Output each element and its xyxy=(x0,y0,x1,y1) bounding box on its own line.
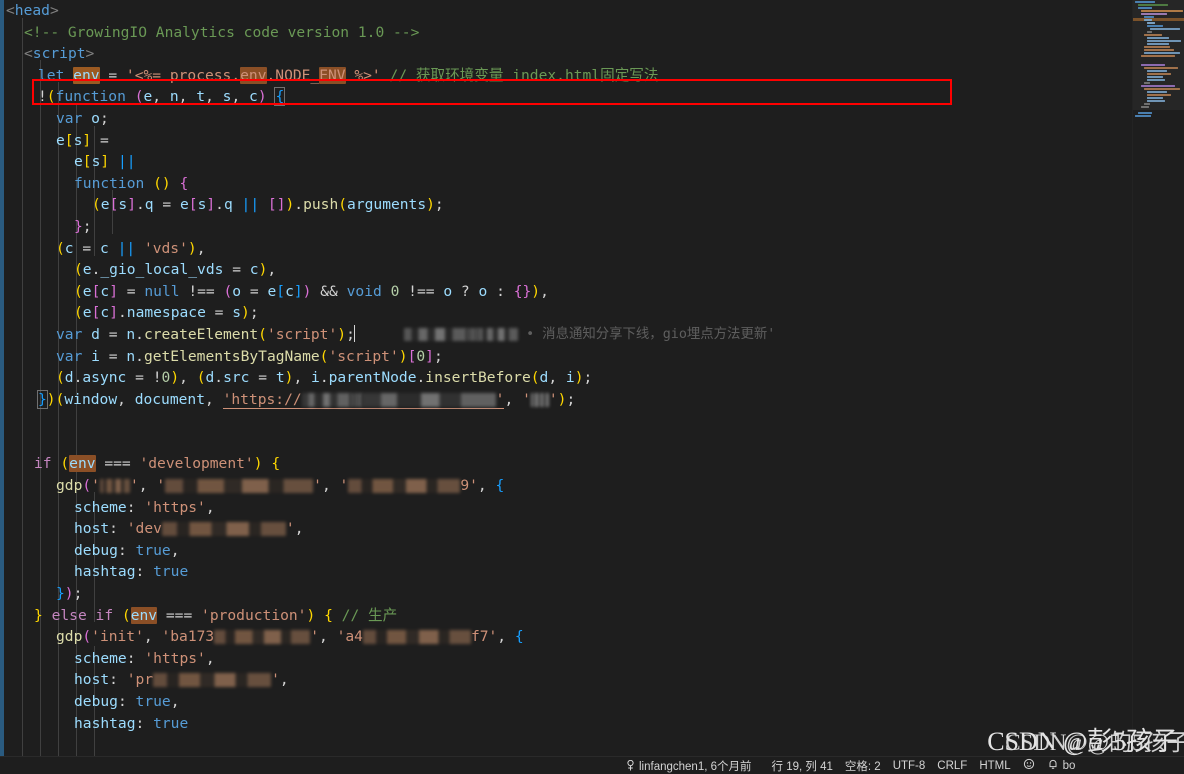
code-line-with-blame[interactable]: var d = n.createElement('script'); • 消息通… xyxy=(0,324,1132,346)
code-line[interactable]: (e[s].q = e[s].q || []).push(arguments); xyxy=(0,194,1132,216)
code-line[interactable]: <script> xyxy=(0,43,1132,65)
status-indentation[interactable]: 空格: 2 xyxy=(839,757,887,774)
code-content[interactable]: <head> <!-- GrowingIO Analytics code ver… xyxy=(0,0,1132,756)
code-line[interactable]: }); xyxy=(0,583,1132,605)
code-line[interactable]: host: 'pr ', xyxy=(0,669,1132,691)
code-line[interactable]: var o; xyxy=(0,108,1132,130)
code-line-empty[interactable] xyxy=(0,410,1132,432)
code-line[interactable]: function () { xyxy=(0,173,1132,195)
minimap[interactable] xyxy=(1132,0,1184,756)
code-line[interactable]: if (env === 'development') { xyxy=(0,453,1132,475)
code-line-highlighted[interactable]: let env = '<%= process.env.NODE_ENV %>' … xyxy=(0,65,1132,87)
code-line[interactable]: <!-- GrowingIO Analytics code version 1.… xyxy=(0,22,1132,44)
code-line-empty[interactable] xyxy=(0,432,1132,454)
code-line[interactable]: <head> xyxy=(0,0,1132,22)
code-line[interactable]: e[s] = xyxy=(0,130,1132,152)
status-bar[interactable]: linfangchen1, 6个月前 行 19, 列 41 空格: 2 UTF-… xyxy=(0,756,1184,774)
git-blame-text: • 消息通知分享下线，gio埋点方法更新' xyxy=(526,326,776,342)
bell-icon xyxy=(1047,758,1059,773)
code-line[interactable]: var i = n.getElementsByTagName('script')… xyxy=(0,346,1132,368)
status-eol[interactable]: CRLF xyxy=(931,757,973,774)
code-line[interactable]: scheme: 'https', xyxy=(0,497,1132,519)
code-line[interactable]: host: 'dev ', xyxy=(0,518,1132,540)
code-line[interactable]: } else if (env === 'production') { // 生产 xyxy=(0,605,1132,627)
git-blame-annotation[interactable]: • 消息通知分享下线，gio埋点方法更新' xyxy=(404,324,775,346)
status-language-mode[interactable]: HTML xyxy=(973,757,1016,774)
status-extra-label: bo xyxy=(1062,759,1076,772)
code-line[interactable]: debug: true, xyxy=(0,691,1132,713)
status-encoding[interactable]: UTF-8 xyxy=(887,757,932,774)
code-line[interactable]: e[s] || xyxy=(0,151,1132,173)
code-editor[interactable]: <head> <!-- GrowingIO Analytics code ver… xyxy=(0,0,1184,774)
feedback-icon xyxy=(1023,758,1035,773)
code-line[interactable]: (e._gio_local_vds = c), xyxy=(0,259,1132,281)
status-author-label: linfangchen1, 6个月前 xyxy=(639,760,752,773)
code-line[interactable]: (e[c].namespace = s); xyxy=(0,302,1132,324)
code-line[interactable]: gdp('init', 'ba173 ', 'a4 f7', { xyxy=(0,626,1132,648)
status-bell-button[interactable]: bo xyxy=(1041,757,1082,774)
code-line[interactable]: })(window, document, 'https://', ' '); xyxy=(0,389,1132,411)
code-line[interactable]: (d.async = !0), (d.src = t), i.parentNod… xyxy=(0,367,1132,389)
status-feedback-button[interactable] xyxy=(1017,757,1041,774)
code-line[interactable]: }; xyxy=(0,216,1132,238)
code-line[interactable]: scheme: 'https', xyxy=(0,648,1132,670)
account-icon xyxy=(626,760,635,771)
code-line[interactable]: hashtag: true xyxy=(0,713,1132,735)
code-line[interactable]: gdp(' ', ' ', ' 9', { xyxy=(0,475,1132,497)
status-cursor-position[interactable]: 行 19, 列 41 xyxy=(766,757,839,774)
code-line[interactable]: debug: true, xyxy=(0,540,1132,562)
code-line[interactable]: (e[c] = null !== (o = e[c]) && void 0 !=… xyxy=(0,281,1132,303)
status-git-blame[interactable]: linfangchen1, 6个月前 xyxy=(620,757,758,774)
text-cursor xyxy=(353,324,355,342)
code-line[interactable]: !(function (e, n, t, s, c) { xyxy=(0,86,1132,108)
code-line[interactable]: (c = c || 'vds'), xyxy=(0,238,1132,260)
code-line[interactable]: hashtag: true xyxy=(0,561,1132,583)
